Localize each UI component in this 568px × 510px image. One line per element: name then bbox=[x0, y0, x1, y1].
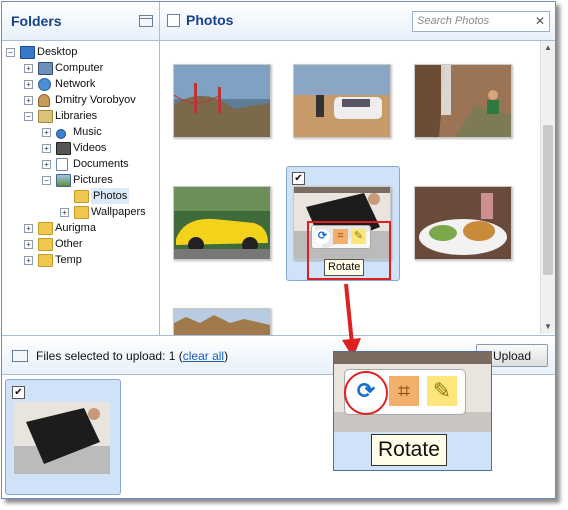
uploader-window: Folders − Desktop + Computer + Network + Dmitry… bbox=[1, 1, 556, 499]
folder-icon bbox=[38, 254, 53, 267]
expand-toggle-icon[interactable]: + bbox=[24, 80, 33, 89]
search-box[interactable]: Search Photos ✕ bbox=[412, 11, 550, 32]
vertical-scrollbar[interactable]: ▲ ▼ bbox=[540, 41, 555, 334]
selected-file-thumbnail bbox=[14, 402, 110, 474]
photo-thumbnail-yellow-car[interactable] bbox=[173, 186, 271, 260]
pictures-icon bbox=[56, 174, 71, 187]
canyon-image bbox=[415, 65, 511, 137]
photo-thumbnail-car-desert[interactable] bbox=[293, 64, 391, 138]
clear-search-icon[interactable]: ✕ bbox=[535, 14, 545, 28]
scroll-thumb[interactable] bbox=[543, 125, 553, 275]
zoom-rotate-tooltip: Rotate bbox=[371, 434, 447, 466]
tree-item-videos[interactable]: + Videos bbox=[6, 140, 158, 156]
tree-item-temp[interactable]: + Temp bbox=[6, 252, 158, 268]
folders-header: Folders bbox=[2, 2, 159, 41]
tree-item-label: Network bbox=[55, 78, 96, 90]
tree-item-label: Dmitry Vorobyov bbox=[55, 94, 136, 106]
tree-item-label: Music bbox=[73, 126, 102, 138]
folder-icon bbox=[38, 222, 53, 235]
expand-toggle-icon[interactable]: + bbox=[42, 144, 51, 153]
tree-item-label: Pictures bbox=[73, 174, 113, 186]
folder-icon bbox=[38, 238, 53, 251]
selected-file-item[interactable]: ✔ bbox=[5, 379, 121, 495]
tree-item-wallpapers[interactable]: + Wallpapers bbox=[6, 204, 158, 220]
user-folder-icon bbox=[38, 94, 50, 107]
select-all-checkbox[interactable] bbox=[167, 14, 180, 27]
photo-thumbnail-burger[interactable] bbox=[414, 186, 512, 260]
tree-item-label: Videos bbox=[73, 142, 107, 154]
car-desert-image bbox=[294, 65, 390, 137]
folders-panel: Folders − Desktop + Computer + Network + Dmitry… bbox=[2, 2, 160, 335]
photos-title: Photos bbox=[186, 12, 234, 28]
folders-title: Folders bbox=[11, 13, 62, 29]
tree-item-label: Desktop bbox=[37, 46, 78, 58]
expand-toggle-icon[interactable]: + bbox=[24, 240, 33, 249]
tree-item-label: Computer bbox=[55, 62, 104, 74]
expand-toggle-icon[interactable]: + bbox=[24, 256, 33, 265]
collapse-tray-icon[interactable] bbox=[12, 350, 28, 362]
collapse-toggle-icon[interactable]: − bbox=[24, 112, 33, 121]
videos-icon bbox=[56, 142, 71, 155]
tree-item-label: Wallpapers bbox=[91, 206, 146, 218]
folder-icon bbox=[74, 206, 89, 219]
tree-item-label: Other bbox=[55, 238, 83, 250]
burger-image bbox=[415, 187, 511, 259]
folder-icon bbox=[74, 190, 89, 203]
tree-item-dmitry-vorobyov[interactable]: + Dmitry Vorobyov bbox=[6, 92, 158, 108]
zoom-callout: ⟳ ⌗ ✎ Rotate bbox=[333, 351, 492, 471]
documents-icon bbox=[56, 158, 68, 171]
collapse-toggle-icon[interactable]: − bbox=[42, 176, 51, 185]
collapse-panel-icon[interactable] bbox=[139, 15, 153, 27]
tree-item-music[interactable]: + Music bbox=[6, 124, 158, 140]
network-icon bbox=[38, 78, 51, 91]
rotate-tooltip: Rotate bbox=[324, 259, 365, 276]
photo-thumbnail-trees[interactable] bbox=[173, 308, 271, 335]
tree-item-aurigma[interactable]: + Aurigma bbox=[6, 220, 158, 236]
tree-item-label: Temp bbox=[55, 254, 82, 266]
desktop-icon bbox=[20, 46, 35, 59]
golden-gate-image bbox=[174, 65, 270, 137]
files-selected-suffix: ) bbox=[224, 349, 229, 363]
computer-icon bbox=[38, 62, 53, 75]
tree-item-label: Libraries bbox=[55, 110, 98, 122]
tree-item-label: Documents bbox=[73, 158, 129, 170]
files-selected-text: Files selected to upload: 1 ( bbox=[36, 349, 183, 363]
scroll-down-icon[interactable]: ▼ bbox=[541, 320, 555, 334]
selected-file-checkbox[interactable]: ✔ bbox=[12, 386, 25, 399]
tree-item-pictures[interactable]: − Pictures bbox=[6, 172, 158, 188]
photo-thumbnail-canyon[interactable] bbox=[414, 64, 512, 138]
photos-header: Photos Search Photos ✕ bbox=[160, 2, 555, 41]
zoom-description-icon: ✎ bbox=[427, 376, 457, 406]
music-icon bbox=[56, 129, 66, 139]
yellow-car-image bbox=[174, 187, 270, 259]
tree-item-photos[interactable]: Photos bbox=[6, 188, 158, 204]
trees-image bbox=[174, 309, 270, 335]
scroll-up-icon[interactable]: ▲ bbox=[541, 41, 555, 55]
tree-item-libraries[interactable]: − Libraries bbox=[6, 108, 158, 124]
tree-item-computer[interactable]: + Computer bbox=[6, 60, 158, 76]
expand-toggle-icon[interactable]: + bbox=[60, 208, 69, 217]
folder-tree: − Desktop + Computer + Network + Dmitry Vorobyo… bbox=[6, 44, 158, 268]
photo-thumbnail-golden-gate[interactable] bbox=[173, 64, 271, 138]
tree-item-network[interactable]: + Network bbox=[6, 76, 158, 92]
photo-checkbox[interactable]: ✔ bbox=[292, 172, 305, 185]
zoom-highlight-circle bbox=[344, 371, 388, 415]
expand-toggle-icon[interactable]: + bbox=[24, 96, 33, 105]
search-input[interactable]: Search Photos bbox=[417, 15, 489, 27]
collapse-toggle-icon[interactable]: − bbox=[6, 48, 15, 57]
expand-toggle-icon[interactable]: + bbox=[42, 128, 51, 137]
files-selected-status: Files selected to upload: 1 (clear all) bbox=[36, 349, 228, 363]
tree-item-other[interactable]: + Other bbox=[6, 236, 158, 252]
callout-arrow bbox=[342, 283, 361, 358]
clear-all-link[interactable]: clear all bbox=[183, 349, 224, 363]
tree-item-label: Photos bbox=[91, 188, 130, 204]
expand-toggle-icon[interactable]: + bbox=[24, 64, 33, 73]
expand-toggle-icon[interactable]: + bbox=[42, 160, 51, 169]
expand-toggle-icon[interactable]: + bbox=[24, 224, 33, 233]
tree-item-label: Aurigma bbox=[55, 222, 96, 234]
libraries-icon bbox=[38, 110, 53, 123]
tree-item-desktop[interactable]: − Desktop bbox=[6, 44, 158, 60]
tree-item-documents[interactable]: + Documents bbox=[6, 156, 158, 172]
zoom-crop-icon: ⌗ bbox=[389, 376, 419, 406]
